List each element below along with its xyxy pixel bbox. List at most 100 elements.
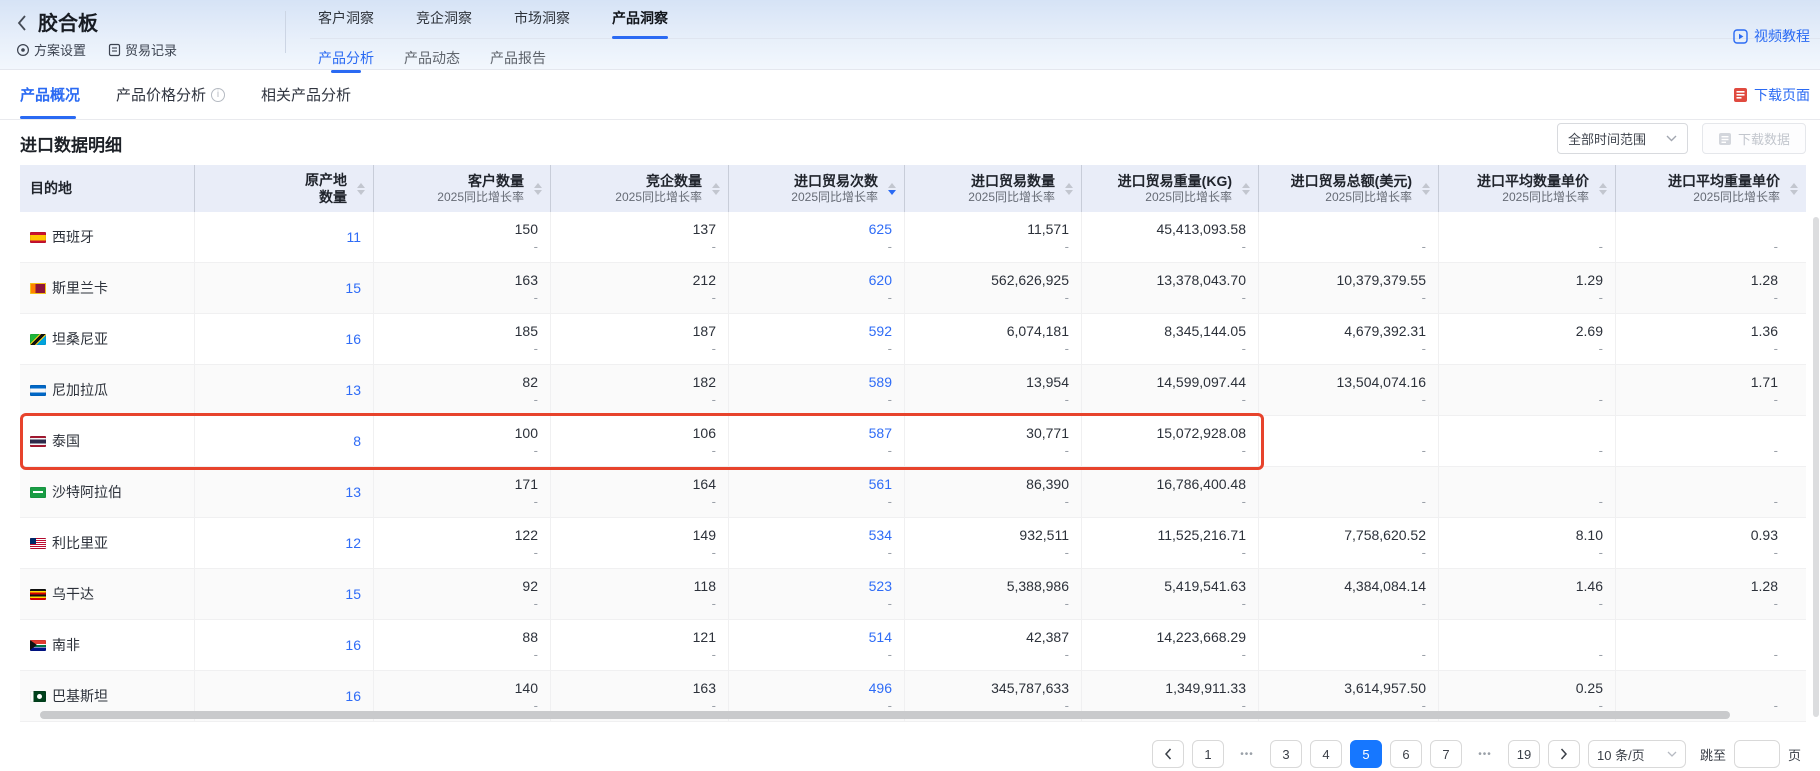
back-icon[interactable]: [16, 13, 32, 33]
nav2-item-2[interactable]: 相关产品分析: [261, 84, 351, 105]
sort-desc-icon[interactable]: [1242, 190, 1250, 195]
cell-customers: 100-: [374, 416, 551, 466]
page-button-1[interactable]: 1: [1192, 740, 1224, 768]
cell-origin-count[interactable]: 15: [195, 569, 374, 619]
cell-customers: 92-: [374, 569, 551, 619]
sort-asc-icon[interactable]: [1422, 183, 1430, 188]
sort-asc-icon[interactable]: [1242, 183, 1250, 188]
sort-control[interactable]: [357, 183, 365, 195]
page-button-4[interactable]: 4: [1310, 740, 1342, 768]
cell-value[interactable]: 625: [739, 219, 892, 239]
info-icon[interactable]: i: [211, 88, 225, 102]
cell-value[interactable]: 620: [739, 270, 892, 290]
trade-records-link[interactable]: 贸易记录: [108, 40, 177, 59]
cell-customers: 82-: [374, 365, 551, 415]
cell-value: 1,349,911.33: [1092, 678, 1246, 698]
sort-desc-icon[interactable]: [1599, 190, 1607, 195]
main-tab-1[interactable]: 竞企洞察: [416, 0, 472, 39]
page-button-3[interactable]: 3: [1270, 740, 1302, 768]
cell-value[interactable]: 523: [739, 576, 892, 596]
page-button-19[interactable]: 19: [1508, 740, 1540, 768]
sort-control[interactable]: [1599, 183, 1607, 195]
cell-value[interactable]: 592: [739, 321, 892, 341]
sort-desc-icon[interactable]: [1422, 190, 1430, 195]
video-tutorial-link[interactable]: 视频教程: [1733, 26, 1810, 46]
nav2-item-0[interactable]: 产品概况: [20, 84, 80, 105]
col-avg-weight-price-header[interactable]: 进口平均重量单价2025同比增长率: [1616, 165, 1806, 212]
sub-tab-1[interactable]: 产品动态: [404, 48, 460, 68]
download-page-link[interactable]: 下载页面: [1733, 85, 1810, 105]
col-trade-qty-header[interactable]: 进口贸易数量2025同比增长率: [905, 165, 1082, 212]
scheme-settings-link[interactable]: 方案设置: [16, 40, 86, 59]
cell-value: 6,074,181: [915, 321, 1069, 341]
cell-origin-count[interactable]: 13: [195, 365, 374, 415]
sort-desc-icon[interactable]: [534, 190, 542, 195]
nav2-item-1[interactable]: 产品价格分析i: [116, 84, 225, 105]
sort-asc-icon[interactable]: [357, 183, 365, 188]
cell-trade-amount: 4,679,392.31-: [1259, 314, 1439, 364]
main-tab-2[interactable]: 市场洞察: [514, 0, 570, 39]
sort-desc-icon[interactable]: [357, 190, 365, 195]
col-trade-amount-header[interactable]: 进口贸易总额(美元)2025同比增长率: [1259, 165, 1439, 212]
page-button-5[interactable]: 5: [1350, 740, 1382, 768]
sort-asc-icon[interactable]: [1065, 183, 1073, 188]
cell-value[interactable]: 496: [739, 678, 892, 698]
page-button-6[interactable]: 6: [1390, 740, 1422, 768]
sub-tab-0[interactable]: 产品分析: [318, 48, 374, 68]
sort-desc-icon[interactable]: [712, 190, 720, 195]
sort-desc-icon[interactable]: [1065, 190, 1073, 195]
sort-control[interactable]: [888, 183, 896, 195]
col-origin-count-header[interactable]: 原产地数量: [195, 165, 374, 212]
cell-origin-count[interactable]: 11: [195, 212, 374, 262]
col-competitors-header[interactable]: 竞企数量2025同比增长率: [551, 165, 729, 212]
sub-tab-2[interactable]: 产品报告: [490, 48, 546, 68]
cell-value[interactable]: 587: [739, 423, 892, 443]
sort-asc-icon[interactable]: [1599, 183, 1607, 188]
cell-value[interactable]: 534: [739, 525, 892, 545]
cell-value[interactable]: 589: [739, 372, 892, 392]
main-tab-3[interactable]: 产品洞察: [612, 0, 668, 39]
sort-control[interactable]: [534, 183, 542, 195]
col-avg-qty-price-header[interactable]: 进口平均数量单价2025同比增长率: [1439, 165, 1616, 212]
col-trade-weight-header[interactable]: 进口贸易重量(KG)2025同比增长率: [1082, 165, 1259, 212]
col-customers-header[interactable]: 客户数量2025同比增长率: [374, 165, 551, 212]
cell-origin-count[interactable]: 16: [195, 620, 374, 670]
sort-asc-icon[interactable]: [888, 183, 896, 188]
jump-page-input[interactable]: [1734, 740, 1780, 768]
prev-page-button[interactable]: [1152, 740, 1184, 768]
sort-control[interactable]: [1065, 183, 1073, 195]
download-data-button[interactable]: 下载数据: [1702, 123, 1806, 154]
sort-control[interactable]: [712, 183, 720, 195]
growth-value: -: [1092, 596, 1246, 612]
cell-origin-count[interactable]: 8: [195, 416, 374, 466]
sort-control[interactable]: [1242, 183, 1250, 195]
sort-asc-icon[interactable]: [712, 183, 720, 188]
cell-origin-count[interactable]: 12: [195, 518, 374, 568]
cell-value: 15,072,928.08: [1092, 423, 1246, 443]
cell-avg-weight-price: 1.28-: [1616, 263, 1790, 313]
cell-origin-count[interactable]: 13: [195, 467, 374, 517]
page-ellipsis[interactable]: •••: [1470, 749, 1500, 760]
col-trade-count-header[interactable]: 进口贸易次数2025同比增长率: [729, 165, 905, 212]
next-page-button[interactable]: [1548, 740, 1580, 768]
cell-origin-count[interactable]: 16: [195, 314, 374, 364]
page-button-7[interactable]: 7: [1430, 740, 1462, 768]
page-ellipsis[interactable]: •••: [1232, 749, 1262, 760]
sort-desc-icon[interactable]: [1790, 190, 1798, 195]
sort-asc-icon[interactable]: [1790, 183, 1798, 188]
main-tab-0[interactable]: 客户洞察: [318, 0, 374, 39]
cell-value[interactable]: 561: [739, 474, 892, 494]
sort-desc-icon[interactable]: [888, 190, 896, 195]
sort-asc-icon[interactable]: [534, 183, 542, 188]
sort-control[interactable]: [1790, 183, 1798, 195]
cell-origin-count[interactable]: 15: [195, 263, 374, 313]
vertical-scrollbar[interactable]: [1813, 217, 1819, 717]
page-number-list: 1 ••• 34567 ••• 19: [1192, 740, 1540, 768]
page-size-select[interactable]: 10 条/页: [1588, 740, 1686, 768]
cell-trade-qty: 30,771-: [905, 416, 1082, 466]
cell-trade-weight: 5,419,541.63-: [1082, 569, 1259, 619]
cell-value[interactable]: 514: [739, 627, 892, 647]
time-range-select[interactable]: 全部时间范围: [1557, 123, 1688, 154]
horizontal-scrollbar[interactable]: [40, 711, 1730, 719]
sort-control[interactable]: [1422, 183, 1430, 195]
